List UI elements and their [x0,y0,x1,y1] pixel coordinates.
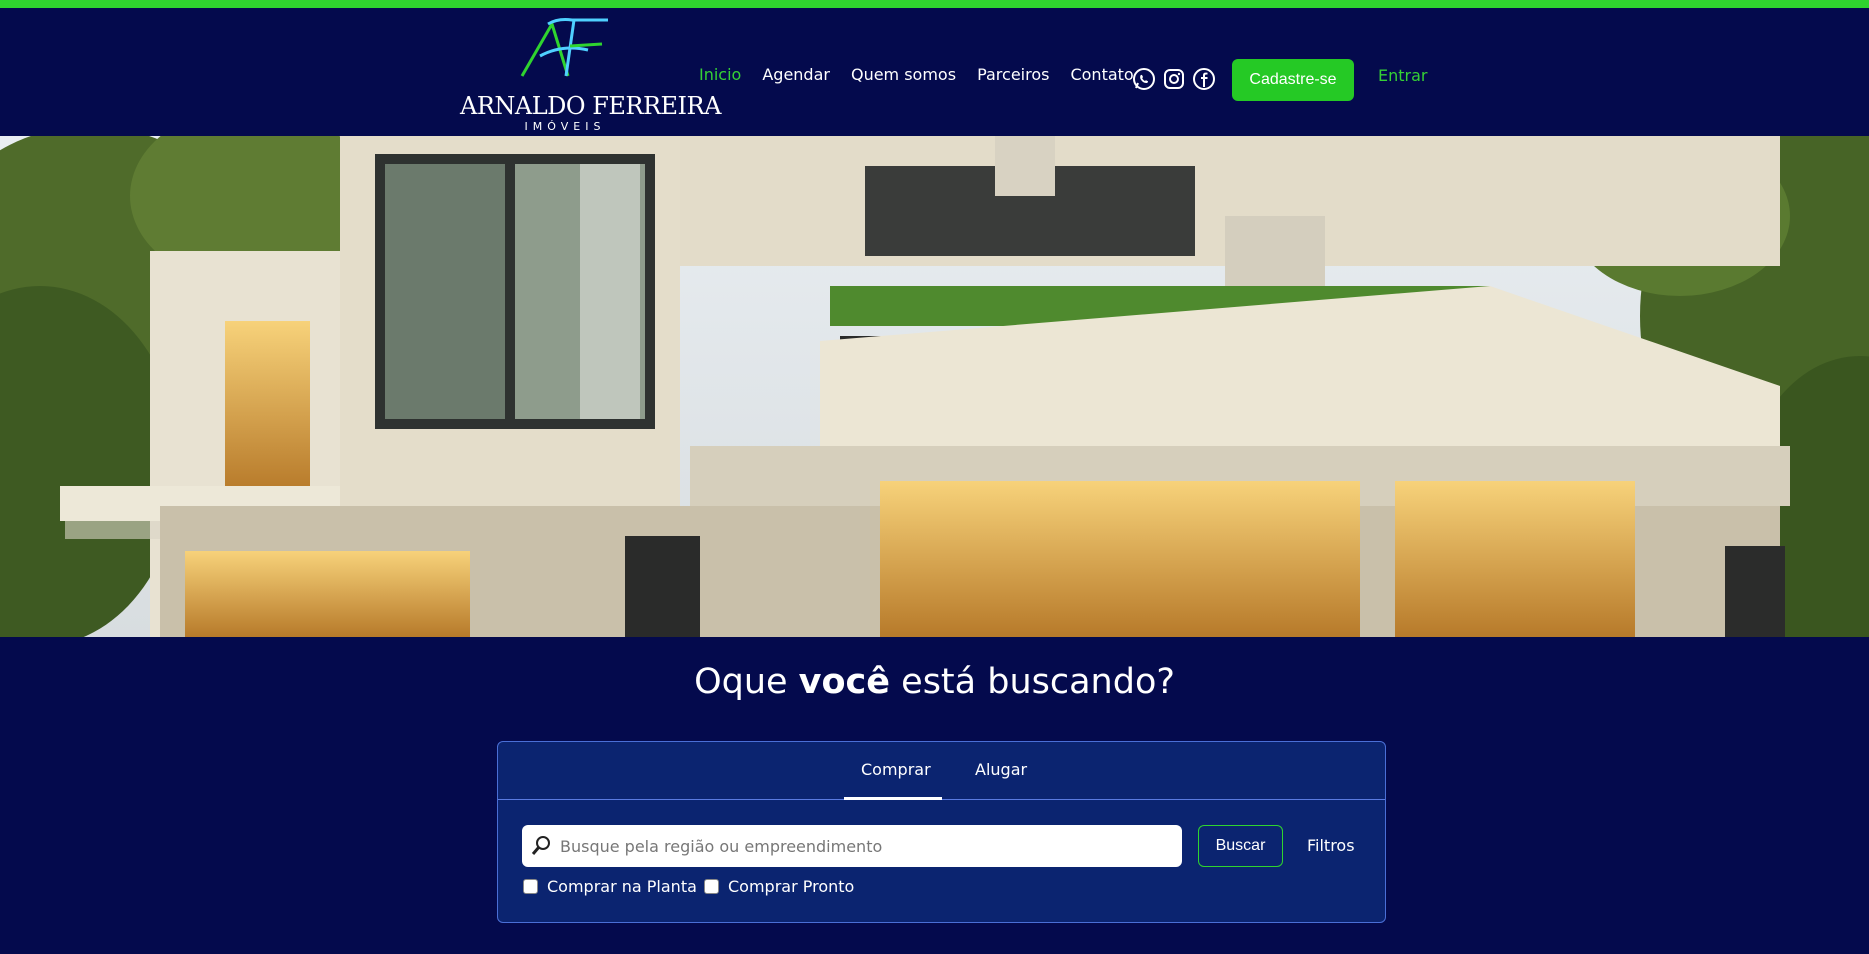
facebook-icon[interactable] [1192,67,1216,91]
instagram-icon[interactable] [1162,67,1186,91]
filters-button[interactable]: Filtros [1307,836,1355,855]
top-accent-bar [0,0,1869,8]
search-card: Comprar Alugar Buscar Filtros Comprar na… [497,741,1386,923]
hero-image [0,136,1869,637]
af-monogram-icon [520,18,608,77]
checkbox-box[interactable] [523,879,538,894]
checkbox-comprar-na-planta[interactable]: Comprar na Planta [523,877,697,896]
brand-subtitle: IMÓVEIS [524,120,606,133]
checkbox-label: Comprar na Planta [547,877,697,896]
nav-parceiros[interactable]: Parceiros [977,65,1049,84]
nav-quem-somos[interactable]: Quem somos [851,65,956,84]
checkbox-box[interactable] [704,879,719,894]
checkbox-label: Comprar Pronto [728,877,855,896]
nav-contato[interactable]: Contato [1070,65,1133,84]
active-tab-indicator [844,797,942,800]
site-header: ARNALDO FERREIRA IMÓVEIS Inicio Agendar … [0,8,1869,136]
social-links [1132,67,1216,91]
search-input[interactable] [560,825,1170,867]
brand-name: ARNALDO FERREIRA [460,92,721,120]
brand-logo[interactable]: ARNALDO FERREIRA IMÓVEIS [460,16,721,134]
modern-house-photo [0,136,1869,637]
tab-alugar[interactable]: Alugar [975,760,1027,779]
headline-post: está buscando? [890,662,1175,702]
login-link[interactable]: Entrar [1378,66,1427,85]
signup-button[interactable]: Cadastre-se [1232,59,1354,101]
search-tabs: Comprar Alugar [498,742,1385,800]
search-headline: Oque você está buscando? [0,662,1869,702]
main-nav: Inicio Agendar Quem somos Parceiros Cont… [699,60,1155,88]
headline-bold: você [798,662,891,702]
tab-comprar[interactable]: Comprar [861,760,931,779]
nav-agendar[interactable]: Agendar [762,65,830,84]
nav-inicio[interactable]: Inicio [699,65,741,84]
whatsapp-icon[interactable] [1132,67,1156,91]
checkbox-comprar-pronto[interactable]: Comprar Pronto [704,877,854,896]
search-icon [531,836,550,855]
search-field[interactable] [522,825,1182,867]
search-button[interactable]: Buscar [1198,825,1283,867]
headline-pre: Oque [694,662,799,702]
